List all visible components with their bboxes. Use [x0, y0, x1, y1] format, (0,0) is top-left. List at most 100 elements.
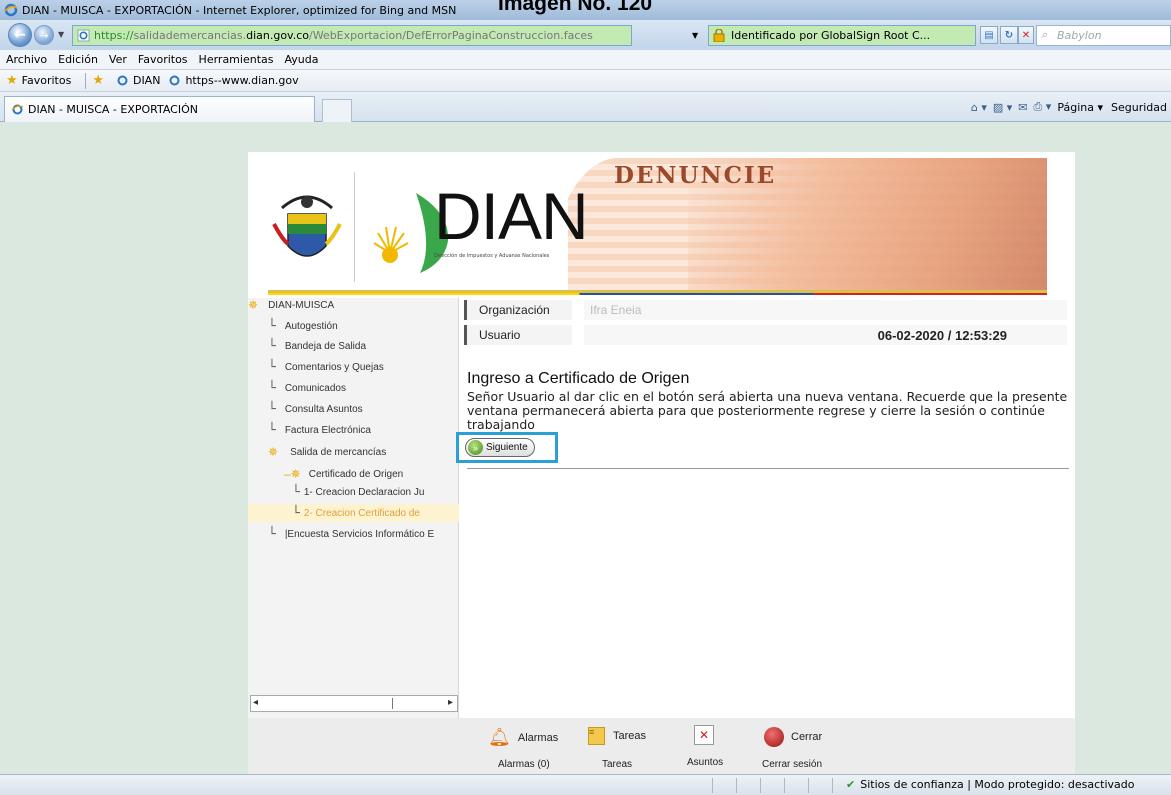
back-arrow-icon: ←	[14, 27, 26, 43]
page-menu[interactable]: Página ▾	[1057, 101, 1103, 114]
tree-branch-icon: └	[292, 485, 300, 500]
favorite-link-dian[interactable]: DIAN	[116, 74, 160, 87]
favorite-link-dian-gov[interactable]: https--www.dian.gov	[168, 74, 299, 87]
sidebar-item-label: DIAN-MUISCA	[268, 299, 335, 311]
banner-flag-stripe	[268, 293, 1047, 295]
scrollbar-thumb[interactable]	[261, 698, 393, 709]
refresh-button[interactable]: ↻	[1000, 26, 1018, 44]
sidebar-item-salida[interactable]: ✵ Salida de mercancías	[268, 445, 386, 459]
status-divider	[712, 778, 713, 793]
feeds-icon[interactable]: ▨ ▾	[993, 101, 1012, 114]
bell-icon: 🔔︎	[488, 727, 511, 747]
home-icon[interactable]: ⌂ ▾	[971, 101, 987, 114]
folder-sun-icon: ✵	[248, 298, 259, 312]
page-menu-label: Página	[1057, 100, 1094, 114]
header-banner: DENUNCIE DIAN Dirección de Impuestos y A…	[268, 158, 1047, 293]
forward-button[interactable]: →	[34, 25, 54, 45]
sidebar-item-consulta[interactable]: └ Consulta Asuntos	[268, 402, 363, 417]
url-path: /WebExportacion/DefErrorPaginaConstrucci…	[308, 29, 593, 42]
scroll-left-icon[interactable]: ◂	[253, 697, 258, 708]
sidebar-item-autogestion[interactable]: └ Autogestión	[268, 319, 338, 334]
address-bar[interactable]: https://salidademercancias. dian.gov.co/W…	[72, 25, 632, 46]
tree-branch-icon: └	[268, 319, 276, 334]
asuntos-button[interactable]: ✕	[694, 725, 714, 745]
favorite-link-label: DIAN	[132, 74, 161, 87]
menu-ayuda[interactable]: Ayuda	[284, 53, 318, 66]
sidebar-item-creacion-certificado[interactable]: └ 2- Creacion Certificado de	[292, 506, 420, 521]
mail-icon[interactable]: ✉	[1018, 101, 1027, 114]
tree-branch-icon: └	[268, 339, 276, 354]
tree-branch-icon: └	[268, 360, 276, 375]
cerrar-button[interactable]: Cerrar	[764, 727, 822, 747]
tasks-list-icon: ≡	[588, 727, 605, 745]
page-icon	[169, 75, 180, 86]
menu-archivo[interactable]: Archivo	[6, 53, 47, 66]
new-tab-button[interactable]	[322, 99, 352, 122]
instruction-text: Señor Usuario al dar clic en el botón se…	[467, 389, 1068, 432]
sidebar-item-label: 2- Creacion Certificado de	[303, 508, 420, 519]
security-identity[interactable]: Identificado por GlobalSign Root C...	[708, 25, 976, 46]
colombia-shield-icon	[272, 195, 342, 257]
print-icon[interactable]: ⎙ ▾	[1034, 100, 1052, 114]
sidebar-horizontal-scrollbar[interactable]: ◂ ▸	[250, 695, 458, 712]
scroll-right-icon[interactable]: ▸	[448, 697, 453, 708]
sidebar-item-label: Certificado de Origen	[308, 468, 404, 480]
stop-icon: ✕	[1021, 29, 1031, 41]
menu-favoritos[interactable]: Favoritos	[138, 53, 188, 66]
url-host: dian.gov.co	[246, 29, 309, 42]
search-input[interactable]: ⌕ Babylon	[1036, 25, 1171, 46]
sidebar-item-label: Factura Electrónica	[284, 425, 371, 436]
alarmas-button[interactable]: 🔔︎ Alarmas	[488, 727, 558, 748]
page-footer-toolbar: 🔔︎ Alarmas Alarmas (0) ≡ Tareas Tareas ✕…	[248, 718, 1075, 774]
tab-dian-muisca[interactable]: DIAN - MUISCA - EXPORTACIÓN	[4, 96, 315, 122]
sidebar-item-certificado[interactable]: –✵ Certificado de Origen	[284, 467, 403, 481]
compat-view-button[interactable]: ▤	[980, 26, 998, 44]
search-placeholder: Babylon	[1057, 29, 1102, 42]
sidebar-item-comunicados[interactable]: └ Comunicados	[268, 381, 346, 396]
sidebar-item-encuesta[interactable]: └ |Encuesta Servicios Informático E	[268, 527, 434, 542]
tareas-label: Tareas	[613, 730, 647, 742]
back-button[interactable]: ←	[8, 23, 32, 47]
sidebar-item-bandeja[interactable]: └ Bandeja de Salida	[268, 339, 366, 354]
sidebar-tree: ✵ DIAN-MUISCA └ Autogestión └ Bandeja de S…	[248, 298, 459, 774]
sidebar-item-declaracion[interactable]: └ 1- Creacion Declaracion Ju	[292, 485, 424, 500]
status-divider	[808, 778, 809, 793]
menu-edicion[interactable]: Edición	[58, 53, 98, 66]
address-dropdown-icon[interactable]: ▼	[692, 31, 698, 40]
favorites-separator	[85, 72, 87, 89]
tab-label: DIAN - MUISCA - EXPORTACIÓN	[28, 103, 198, 116]
check-icon: ✔	[846, 778, 856, 791]
sidebar-item-factura[interactable]: └ Factura Electrónica	[268, 423, 371, 438]
stop-button[interactable]: ✕	[1018, 26, 1034, 44]
sidebar-item-label: Comunicados	[284, 383, 346, 394]
alarmas-label: Alarmas	[517, 731, 559, 744]
security-label: Identificado por GlobalSign Root C...	[731, 29, 931, 42]
compat-icon: ▤	[984, 29, 994, 41]
alarmas-count: Alarmas (0)	[498, 759, 550, 770]
favorite-link-label: https--www.dian.gov	[185, 74, 299, 87]
security-zone-status[interactable]: ✔ Sitios de confianza | Modo protegido: …	[846, 778, 1135, 791]
sidebar-item-root[interactable]: ✵ DIAN-MUISCA	[248, 298, 334, 312]
status-bar: ✔ Sitios de confianza | Modo protegido: …	[0, 774, 1171, 795]
siguiente-label: Siguiente	[486, 442, 528, 453]
tree-branch-icon: └	[268, 527, 276, 542]
status-divider	[760, 778, 761, 793]
sidebar-item-label: Bandeja de Salida	[284, 341, 367, 352]
add-favorite-button[interactable]: ★	[92, 73, 108, 88]
user-row: Usuario 06-02-2020 / 12:53:29	[464, 325, 1067, 345]
next-arrow-icon: »	[468, 440, 483, 455]
sidebar-item-label: Salida de mercancías	[290, 446, 387, 458]
menu-herramientas[interactable]: Herramientas	[199, 53, 274, 66]
menu-ver[interactable]: Ver	[109, 53, 127, 66]
sidebar-item-comentarios[interactable]: └ Comentarios y Quejas	[268, 360, 384, 375]
page-icon	[77, 29, 90, 42]
tareas-sub-label: Tareas	[602, 759, 633, 770]
history-dropdown-icon[interactable]: ▼	[58, 30, 64, 39]
tareas-button[interactable]: ≡ Tareas	[588, 727, 646, 745]
favorites-button[interactable]: ★ Favoritos	[6, 73, 71, 88]
sidebar-item-label: 1- Creacion Declaracion Ju	[303, 487, 425, 498]
url-protocol: https://	[94, 29, 134, 42]
user-label: Usuario	[464, 325, 572, 345]
security-menu[interactable]: Seguridad	[1111, 101, 1167, 114]
siguiente-button[interactable]: » Siguiente	[465, 438, 535, 457]
